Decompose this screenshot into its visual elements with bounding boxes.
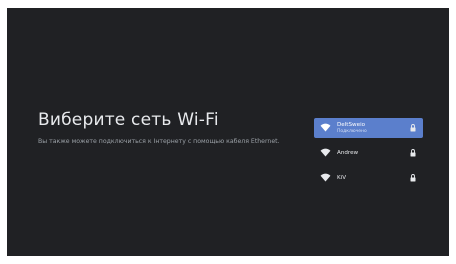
page-subtitle: Вы также можете подключиться к Інтернету… [38, 138, 280, 145]
lock-icon [410, 174, 416, 182]
lock-icon [410, 149, 416, 157]
tv-screen: Виберите сеть Wi-Fi Вы также можете подк… [7, 8, 449, 256]
network-status: Подключено [337, 129, 367, 134]
wifi-icon [320, 123, 331, 132]
network-item-kiv[interactable]: KiV [314, 168, 423, 188]
page-title: Виберите сеть Wi-Fi [38, 110, 219, 130]
network-item-deltsweio[interactable]: DeltSweio Подключено [314, 118, 423, 138]
lock-icon [410, 124, 416, 132]
network-item-andrew[interactable]: Andrew [314, 143, 423, 163]
wifi-icon [320, 148, 331, 157]
network-name: Andrew [337, 150, 359, 156]
wifi-icon [320, 173, 331, 182]
network-name: DeltSweio [337, 122, 366, 128]
network-name: KiV [337, 175, 347, 181]
wifi-network-list: DeltSweio Подключено Andrew KiV [314, 118, 423, 193]
